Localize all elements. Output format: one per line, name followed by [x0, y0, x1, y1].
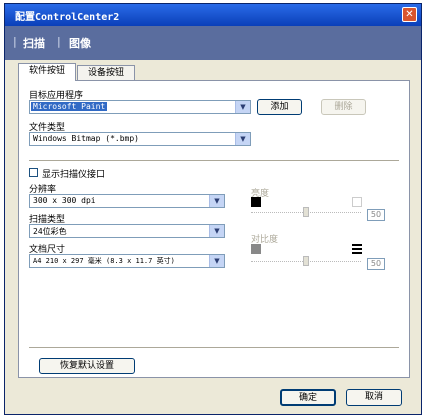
tab-software-buttons[interactable]: 软件按钮 [18, 63, 76, 81]
delete-button[interactable]: 删除 [321, 99, 366, 115]
cancel-button-label: 取消 [364, 392, 383, 402]
document-size-select[interactable]: A4 210 x 297 毫米 (8.3 x 11.7 英寸) ▼ [29, 254, 225, 268]
restore-defaults-button[interactable]: 恢复默认设置 [39, 358, 135, 374]
restore-defaults-label: 恢复默认设置 [59, 361, 114, 371]
header-banner: | 扫描 | 图像 [5, 26, 421, 60]
resolution-select[interactable]: 300 x 300 dpi ▼ [29, 194, 225, 208]
chevron-down-icon[interactable]: ▼ [209, 255, 224, 267]
contrast-high-icon [352, 244, 362, 254]
ok-button-label: 确定 [298, 393, 317, 403]
contrast-value-field[interactable]: 50 [367, 258, 385, 270]
divider [29, 347, 399, 348]
contrast-low-icon [251, 244, 261, 254]
chevron-down-icon[interactable]: ▼ [235, 101, 250, 113]
chevron-down-icon[interactable]: ▼ [209, 195, 224, 207]
brightness-slider-thumb[interactable] [303, 207, 309, 217]
banner-image-label: 图像 [69, 37, 91, 50]
add-button[interactable]: 添加 [257, 99, 302, 115]
banner-scan-label: 扫描 [23, 37, 45, 50]
scan-type-value: 24位彩色 [33, 227, 67, 236]
target-app-value: Microsoft Paint [31, 102, 108, 111]
banner-separator-left: | [13, 35, 17, 48]
brightness-light-icon [352, 197, 362, 207]
file-type-value: Windows Bitmap (*.bmp) [33, 134, 139, 143]
window-title: 配置ControlCenter2 [15, 12, 120, 23]
close-button[interactable]: ✕ [402, 7, 417, 22]
banner-separator: | [57, 35, 61, 48]
delete-button-label: 删除 [334, 102, 353, 112]
chevron-down-icon[interactable]: ▼ [235, 133, 250, 145]
tab-software-buttons-label: 软件按钮 [28, 66, 65, 76]
show-scanner-interface-label: 显示扫描仪接口 [42, 170, 106, 180]
ok-button[interactable]: 确定 [280, 389, 336, 406]
divider [29, 160, 399, 161]
title-bar[interactable]: 配置ControlCenter2 ✕ [5, 4, 421, 26]
tab-device-buttons[interactable]: 设备按钮 [77, 65, 135, 81]
tab-device-buttons-label: 设备按钮 [87, 68, 124, 78]
tab-panel: 目标应用程序 Microsoft Paint ▼ 添加 删除 文件类型 Wind… [18, 80, 410, 378]
document-size-value: A4 210 x 297 毫米 (8.3 x 11.7 英寸) [33, 257, 175, 265]
dialog-window: 配置ControlCenter2 ✕ | 扫描 | 图像 软件按钮 设备按钮 目… [4, 3, 422, 415]
brightness-dark-icon [251, 197, 261, 207]
target-app-select[interactable]: Microsoft Paint ▼ [29, 100, 251, 114]
contrast-slider-thumb[interactable] [303, 256, 309, 266]
add-button-label: 添加 [270, 102, 289, 112]
file-type-select[interactable]: Windows Bitmap (*.bmp) ▼ [29, 132, 251, 146]
scan-type-select[interactable]: 24位彩色 ▼ [29, 224, 225, 238]
brightness-value-field[interactable]: 50 [367, 209, 385, 221]
cancel-button[interactable]: 取消 [346, 389, 402, 406]
show-scanner-interface-checkbox[interactable] [29, 168, 38, 177]
resolution-value: 300 x 300 dpi [33, 196, 96, 205]
chevron-down-icon[interactable]: ▼ [209, 225, 224, 237]
